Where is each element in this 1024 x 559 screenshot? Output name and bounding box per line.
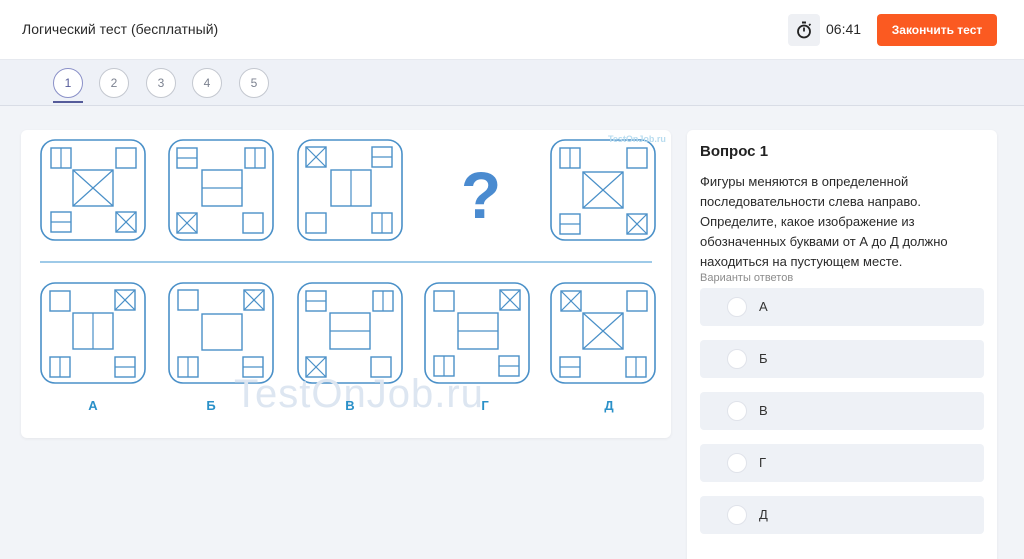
option-label: В	[759, 403, 768, 418]
option-label: Д	[759, 507, 768, 522]
options-label: Варианты ответов	[700, 272, 794, 284]
radio-button[interactable]	[727, 401, 747, 421]
answer-option-b[interactable]: Б	[700, 340, 984, 378]
option-label: Б	[759, 351, 768, 366]
radio-button[interactable]	[727, 297, 747, 317]
answer-option-v[interactable]: В	[700, 392, 984, 430]
answer-letter-b: Б	[206, 398, 216, 413]
answer-letter-g: Г	[481, 398, 489, 413]
answer-option-a[interactable]: А	[700, 288, 984, 326]
question-steps: 1 2 3 4 5	[0, 60, 1024, 106]
step-2[interactable]: 2	[99, 68, 129, 98]
timer-value: 06:41	[826, 21, 862, 37]
radio-button[interactable]	[727, 453, 747, 473]
radio-button[interactable]	[727, 349, 747, 369]
watermark-small: TestOnJob.ru	[608, 134, 666, 144]
option-label: Г	[759, 455, 767, 470]
active-step-indicator	[53, 101, 83, 103]
answer-letter-d: Д	[604, 398, 614, 413]
test-title: Логический тест (бесплатный)	[22, 21, 219, 37]
question-text: Фигуры меняются в определенной последова…	[700, 174, 948, 269]
step-5[interactable]: 5	[239, 68, 269, 98]
step-1[interactable]: 1	[53, 68, 83, 98]
answer-option-d[interactable]: Д	[700, 496, 984, 534]
step-4[interactable]: 4	[192, 68, 222, 98]
answer-option-g[interactable]: Г	[700, 444, 984, 482]
stopwatch-icon	[788, 14, 820, 46]
radio-button[interactable]	[727, 505, 747, 525]
answer-letter-v: В	[345, 398, 355, 413]
answer-letter-a: А	[88, 398, 98, 413]
top-bar: Логический тест (бесплатный) 06:41 Закон…	[0, 0, 1024, 60]
question-title: Вопрос 1	[700, 143, 769, 160]
step-3[interactable]: 3	[146, 68, 176, 98]
question-card: Вопрос 1 Фигуры меняются в определенной …	[687, 130, 997, 559]
option-label: А	[759, 299, 768, 314]
finish-test-button[interactable]: Закончить тест	[877, 14, 997, 46]
